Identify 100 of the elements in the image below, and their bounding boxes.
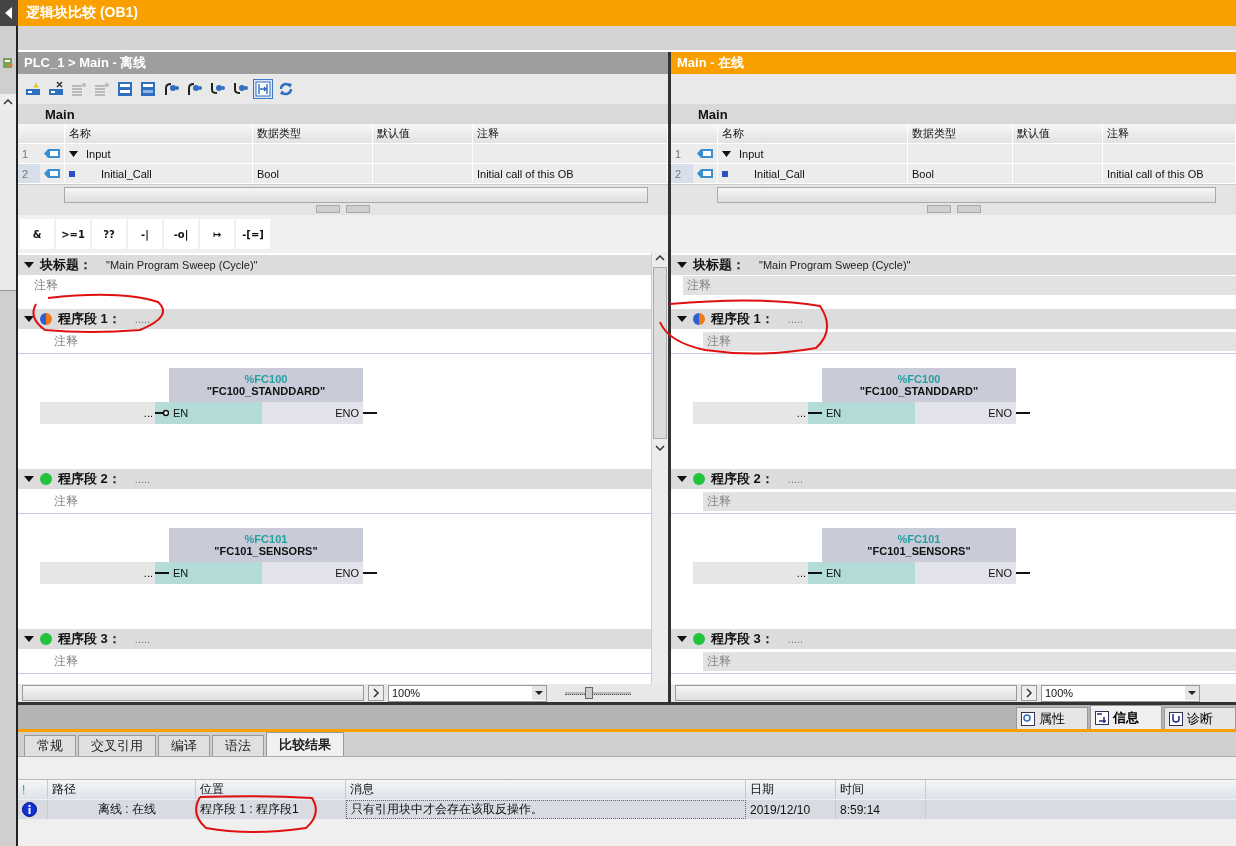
scroll-up-icon[interactable]	[654, 253, 666, 263]
comment-field[interactable]: 注释	[30, 275, 62, 295]
pin-label: ENO	[335, 567, 359, 579]
dropdown-caret-icon[interactable]	[532, 686, 546, 700]
output-wire	[1016, 572, 1030, 574]
operand-field[interactable]: ...	[40, 402, 155, 424]
instruction-button[interactable]: >=1	[56, 219, 90, 249]
inspector-tab[interactable]: 诊断	[1164, 707, 1236, 729]
scroll-up-icon[interactable]	[2, 97, 14, 107]
scroll-right-icon[interactable]	[1021, 685, 1037, 701]
block-title[interactable]: "Main Program Sweep (Cycle)"	[106, 259, 258, 271]
column-header[interactable]: 默认值	[1013, 124, 1103, 143]
pin-label: EN	[826, 567, 842, 579]
collapse-triangle-icon[interactable]	[24, 476, 34, 482]
column-header[interactable]: 路径	[48, 780, 196, 799]
function-block[interactable]: %FC101 "FC101_SENSORS" EN ENO	[169, 528, 363, 584]
output-wire	[1016, 412, 1030, 414]
column-header[interactable]: 位置	[196, 780, 346, 799]
row-number: 2	[18, 164, 40, 183]
expand-all-icon[interactable]	[115, 79, 135, 99]
block-name: "FC101_SENSORS"	[867, 545, 971, 557]
comment-field[interactable]: 注释	[50, 331, 82, 351]
operand-field[interactable]: ...	[693, 402, 808, 424]
block-title-label: 块标题：	[693, 256, 745, 274]
network-label: 程序段 2：	[58, 470, 121, 488]
collapse-triangle-icon[interactable]	[677, 262, 687, 268]
column-header[interactable]: 默认值	[373, 124, 473, 143]
table-cell: Initial_Call	[754, 167, 805, 180]
instruction-button[interactable]: -o|	[164, 219, 198, 249]
column-header[interactable]: 数据类型	[908, 124, 1013, 143]
vertical-scrollbar[interactable]	[651, 253, 668, 684]
column-header[interactable]: 注释	[473, 124, 668, 143]
zoom-dropdown[interactable]: 100%	[388, 684, 547, 702]
dropdown-caret-icon[interactable]	[1185, 686, 1199, 700]
column-header[interactable]: 消息	[346, 780, 746, 799]
table-cell: 8:59:14	[840, 802, 881, 817]
block-title-label: 块标题：	[40, 256, 92, 274]
block-name: "FC101_SENSORS"	[214, 545, 318, 557]
operand-field[interactable]: ...	[40, 562, 155, 584]
interface-name: Main	[698, 106, 728, 122]
collapse-triangle-icon[interactable]	[24, 636, 34, 642]
function-block[interactable]: %FC100 "FC100_STANDDARD" EN ENO	[169, 368, 363, 424]
instruction-button[interactable]: -[=]	[236, 219, 270, 249]
table-cell: Input	[86, 147, 111, 160]
collapse-triangle-icon[interactable]	[69, 150, 78, 157]
column-header[interactable]: 名称	[65, 124, 253, 143]
horizontal-scrollbar[interactable]	[675, 685, 1017, 701]
horizontal-scrollbar[interactable]	[717, 187, 1216, 203]
instruction-button[interactable]: &	[20, 219, 54, 249]
block-name: "FC100_STANDDARD"	[206, 385, 326, 397]
window-title: 逻辑块比较 (OB1)	[26, 4, 138, 22]
inspector-tab[interactable]: 信息	[1090, 705, 1162, 729]
instruction-button[interactable]: ??	[92, 219, 126, 249]
tab[interactable]: 常规	[24, 735, 76, 756]
column-header[interactable]: 名称	[718, 124, 908, 143]
tab[interactable]: 交叉引用	[78, 735, 156, 756]
collapse-all-icon[interactable]	[138, 79, 158, 99]
table-cell: Initial_Call	[101, 167, 152, 180]
instruction-button[interactable]: -|	[128, 219, 162, 249]
instruction-button[interactable]: ↦	[200, 219, 234, 249]
block-name: "FC100_STANDDARD"	[859, 385, 979, 397]
horizontal-scrollbar[interactable]	[64, 187, 648, 203]
operand-field[interactable]: ...	[693, 562, 808, 584]
table-cell: Bool	[912, 167, 935, 180]
scroll-down-icon[interactable]	[654, 443, 666, 453]
inspector-tab[interactable]: 属性	[1016, 707, 1088, 729]
collapse-triangle-icon[interactable]	[677, 316, 687, 322]
collapse-triangle-icon[interactable]	[677, 636, 687, 642]
sync-scroll-icon[interactable]	[253, 79, 273, 99]
function-block[interactable]: %FC101 "FC101_SENSORS" EN ENO	[822, 528, 1016, 584]
comment-field[interactable]: 注释	[50, 651, 82, 671]
horizontal-scrollbar[interactable]	[22, 685, 364, 701]
column-header[interactable]: 时间	[836, 780, 926, 799]
column-header[interactable]: 数据类型	[253, 124, 373, 143]
function-block[interactable]: %FC100 "FC100_STANDDARD" EN ENO	[822, 368, 1016, 424]
tab[interactable]: 编译	[158, 735, 210, 756]
tag-icon	[697, 149, 713, 158]
column-header[interactable]: 注释	[1103, 124, 1236, 143]
column-header[interactable]: 日期	[746, 780, 836, 799]
properties-icon	[1021, 711, 1035, 726]
pin-label: ENO	[988, 407, 1012, 419]
table-cell: 2019/12/10	[750, 802, 811, 817]
scroll-right-icon[interactable]	[368, 685, 384, 701]
collapse-triangle-icon[interactable]	[677, 476, 687, 482]
table-cell: Input	[739, 147, 764, 160]
zoom-dropdown[interactable]: 100%	[1041, 684, 1200, 702]
comment-field[interactable]: 注释	[50, 491, 82, 511]
network-label: 程序段 3：	[58, 630, 121, 648]
tab[interactable]: 比较结果	[266, 732, 344, 756]
tab[interactable]: 语法	[212, 735, 264, 756]
collapse-triangle-icon[interactable]	[722, 150, 731, 157]
download-icon[interactable]	[2, 56, 14, 70]
collapse-triangle-icon[interactable]	[24, 262, 34, 268]
network-label: 程序段 1：	[711, 310, 774, 328]
output-wire	[363, 572, 377, 574]
block-title[interactable]: "Main Program Sweep (Cycle)"	[759, 259, 911, 271]
zoom-slider[interactable]	[565, 686, 631, 700]
table-cell: 只有引用块中才会存在该取反操作。	[351, 801, 543, 818]
collapse-arrow-icon[interactable]	[5, 7, 13, 19]
collapse-triangle-icon[interactable]	[24, 316, 34, 322]
